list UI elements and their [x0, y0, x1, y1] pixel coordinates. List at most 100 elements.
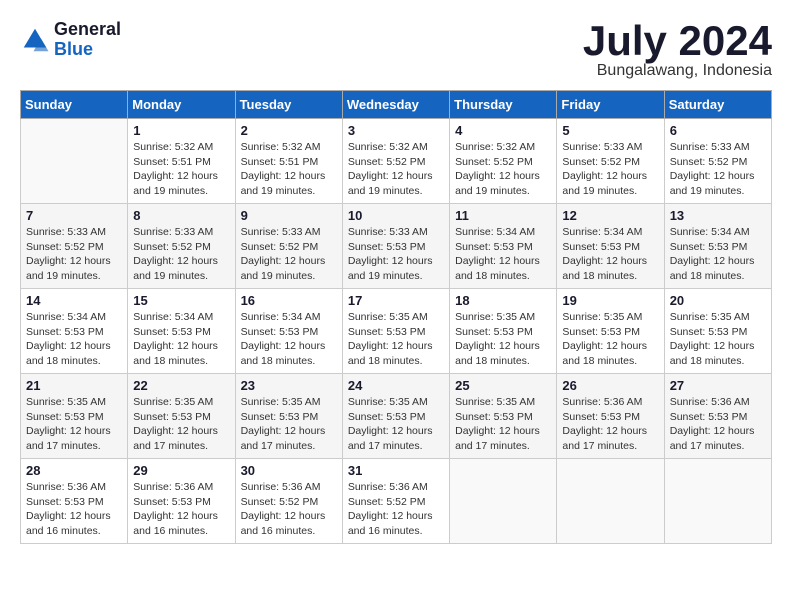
- calendar-cell: 21 Sunrise: 5:35 AM Sunset: 5:53 PM Dayli…: [21, 374, 128, 459]
- calendar-cell: 8Sunrise: 5:33 AM Sunset: 5:52 PM Daylig…: [128, 204, 235, 289]
- day-info: Sunrise: 5:35 AM Sunset: 5:53 PM Dayligh…: [670, 310, 766, 369]
- calendar-cell: 14 Sunrise: 5:34 AM Sunset: 5:53 PM Dayli…: [21, 289, 128, 374]
- calendar-week-row: 28 Sunrise: 5:36 AM Sunset: 5:53 PM Dayli…: [21, 459, 772, 544]
- calendar-cell: 17Sunrise: 5:35 AM Sunset: 5:53 PM Dayli…: [342, 289, 449, 374]
- calendar-cell: 5Sunrise: 5:33 AM Sunset: 5:52 PM Daylig…: [557, 119, 664, 204]
- day-number: 6: [670, 123, 766, 138]
- calendar-cell: 16Sunrise: 5:34 AM Sunset: 5:53 PM Dayli…: [235, 289, 342, 374]
- day-info: Sunrise: 5:35 AM Sunset: 5:53 PM Dayligh…: [348, 395, 444, 454]
- day-info: Sunrise: 5:33 AM Sunset: 5:53 PM Dayligh…: [348, 225, 444, 284]
- title-block: July 2024 Bungalawang, Indonesia: [583, 20, 772, 80]
- day-number: 1: [133, 123, 229, 138]
- location: Bungalawang, Indonesia: [583, 62, 772, 80]
- calendar-cell: 19 Sunrise: 5:35 AM Sunset: 5:53 PM Dayli…: [557, 289, 664, 374]
- day-info: Sunrise: 5:33 AM Sunset: 5:52 PM Dayligh…: [241, 225, 337, 284]
- day-number: 17: [348, 293, 444, 308]
- day-info: Sunrise: 5:36 AM Sunset: 5:53 PM Dayligh…: [133, 480, 229, 539]
- calendar-cell: 30 Sunrise: 5:36 AM Sunset: 5:52 PM Dayli…: [235, 459, 342, 544]
- day-info: Sunrise: 5:34 AM Sunset: 5:53 PM Dayligh…: [133, 310, 229, 369]
- logo: General Blue: [20, 20, 121, 60]
- day-number: 2: [241, 123, 337, 138]
- calendar-cell: 23 Sunrise: 5:35 AM Sunset: 5:53 PM Dayli…: [235, 374, 342, 459]
- calendar-cell: 29 Sunrise: 5:36 AM Sunset: 5:53 PM Dayli…: [128, 459, 235, 544]
- calendar-cell: [557, 459, 664, 544]
- day-number: 15: [133, 293, 229, 308]
- weekday-header-saturday: Saturday: [664, 91, 771, 119]
- day-number: 5: [562, 123, 658, 138]
- day-info: Sunrise: 5:35 AM Sunset: 5:53 PM Dayligh…: [241, 395, 337, 454]
- day-info: Sunrise: 5:35 AM Sunset: 5:53 PM Dayligh…: [26, 395, 122, 454]
- calendar-cell: 1 Sunrise: 5:32 AM Sunset: 5:51 PM Daylig…: [128, 119, 235, 204]
- calendar-cell: 11 Sunrise: 5:34 AM Sunset: 5:53 PM Dayli…: [450, 204, 557, 289]
- day-number: 12: [562, 208, 658, 223]
- calendar-cell: 2 Sunrise: 5:32 AM Sunset: 5:51 PM Daylig…: [235, 119, 342, 204]
- weekday-header-row: SundayMondayTuesdayWednesdayThursdayFrid…: [21, 91, 772, 119]
- calendar-cell: 7Sunrise: 5:33 AM Sunset: 5:52 PM Daylig…: [21, 204, 128, 289]
- calendar-cell: 22Sunrise: 5:35 AM Sunset: 5:53 PM Dayli…: [128, 374, 235, 459]
- day-number: 24: [348, 378, 444, 393]
- day-info: Sunrise: 5:32 AM Sunset: 5:52 PM Dayligh…: [455, 140, 551, 199]
- day-info: Sunrise: 5:36 AM Sunset: 5:52 PM Dayligh…: [241, 480, 337, 539]
- day-info: Sunrise: 5:35 AM Sunset: 5:53 PM Dayligh…: [562, 310, 658, 369]
- day-number: 3: [348, 123, 444, 138]
- day-info: Sunrise: 5:34 AM Sunset: 5:53 PM Dayligh…: [670, 225, 766, 284]
- calendar-cell: 28 Sunrise: 5:36 AM Sunset: 5:53 PM Dayli…: [21, 459, 128, 544]
- day-info: Sunrise: 5:32 AM Sunset: 5:51 PM Dayligh…: [241, 140, 337, 199]
- calendar-cell: 15 Sunrise: 5:34 AM Sunset: 5:53 PM Dayli…: [128, 289, 235, 374]
- calendar-cell: 6 Sunrise: 5:33 AM Sunset: 5:52 PM Daylig…: [664, 119, 771, 204]
- day-info: Sunrise: 5:36 AM Sunset: 5:53 PM Dayligh…: [26, 480, 122, 539]
- weekday-header-sunday: Sunday: [21, 91, 128, 119]
- calendar-week-row: 21 Sunrise: 5:35 AM Sunset: 5:53 PM Dayli…: [21, 374, 772, 459]
- day-number: 30: [241, 463, 337, 478]
- day-number: 27: [670, 378, 766, 393]
- calendar-cell: 20 Sunrise: 5:35 AM Sunset: 5:53 PM Dayli…: [664, 289, 771, 374]
- logo-icon: [20, 25, 50, 55]
- day-info: Sunrise: 5:35 AM Sunset: 5:53 PM Dayligh…: [455, 310, 551, 369]
- calendar-week-row: 14 Sunrise: 5:34 AM Sunset: 5:53 PM Dayli…: [21, 289, 772, 374]
- calendar-cell: 26 Sunrise: 5:36 AM Sunset: 5:53 PM Dayli…: [557, 374, 664, 459]
- calendar-cell: 27 Sunrise: 5:36 AM Sunset: 5:53 PM Dayli…: [664, 374, 771, 459]
- day-number: 4: [455, 123, 551, 138]
- weekday-header-friday: Friday: [557, 91, 664, 119]
- day-number: 21: [26, 378, 122, 393]
- day-info: Sunrise: 5:34 AM Sunset: 5:53 PM Dayligh…: [455, 225, 551, 284]
- day-number: 16: [241, 293, 337, 308]
- calendar-cell: 9 Sunrise: 5:33 AM Sunset: 5:52 PM Daylig…: [235, 204, 342, 289]
- day-number: 11: [455, 208, 551, 223]
- weekday-header-monday: Monday: [128, 91, 235, 119]
- day-number: 29: [133, 463, 229, 478]
- day-info: Sunrise: 5:34 AM Sunset: 5:53 PM Dayligh…: [26, 310, 122, 369]
- calendar-table: SundayMondayTuesdayWednesdayThursdayFrid…: [20, 90, 772, 544]
- day-number: 8: [133, 208, 229, 223]
- day-number: 20: [670, 293, 766, 308]
- day-number: 7: [26, 208, 122, 223]
- calendar-week-row: 1 Sunrise: 5:32 AM Sunset: 5:51 PM Daylig…: [21, 119, 772, 204]
- day-info: Sunrise: 5:36 AM Sunset: 5:52 PM Dayligh…: [348, 480, 444, 539]
- calendar-cell: 18Sunrise: 5:35 AM Sunset: 5:53 PM Dayli…: [450, 289, 557, 374]
- calendar-cell: 31Sunrise: 5:36 AM Sunset: 5:52 PM Dayli…: [342, 459, 449, 544]
- day-number: 9: [241, 208, 337, 223]
- weekday-header-tuesday: Tuesday: [235, 91, 342, 119]
- day-info: Sunrise: 5:36 AM Sunset: 5:53 PM Dayligh…: [562, 395, 658, 454]
- calendar-cell: 24 Sunrise: 5:35 AM Sunset: 5:53 PM Dayli…: [342, 374, 449, 459]
- page-header: General Blue July 2024 Bungalawang, Indo…: [20, 20, 772, 80]
- calendar-cell: 13Sunrise: 5:34 AM Sunset: 5:53 PM Dayli…: [664, 204, 771, 289]
- day-info: Sunrise: 5:35 AM Sunset: 5:53 PM Dayligh…: [133, 395, 229, 454]
- day-info: Sunrise: 5:33 AM Sunset: 5:52 PM Dayligh…: [670, 140, 766, 199]
- day-number: 25: [455, 378, 551, 393]
- day-number: 19: [562, 293, 658, 308]
- day-number: 26: [562, 378, 658, 393]
- calendar-cell: [21, 119, 128, 204]
- day-number: 10: [348, 208, 444, 223]
- day-number: 28: [26, 463, 122, 478]
- calendar-cell: 12 Sunrise: 5:34 AM Sunset: 5:53 PM Dayli…: [557, 204, 664, 289]
- day-info: Sunrise: 5:34 AM Sunset: 5:53 PM Dayligh…: [562, 225, 658, 284]
- weekday-header-thursday: Thursday: [450, 91, 557, 119]
- day-info: Sunrise: 5:32 AM Sunset: 5:51 PM Dayligh…: [133, 140, 229, 199]
- calendar-cell: [664, 459, 771, 544]
- day-number: 23: [241, 378, 337, 393]
- day-info: Sunrise: 5:36 AM Sunset: 5:53 PM Dayligh…: [670, 395, 766, 454]
- weekday-header-wednesday: Wednesday: [342, 91, 449, 119]
- day-info: Sunrise: 5:35 AM Sunset: 5:53 PM Dayligh…: [455, 395, 551, 454]
- day-number: 14: [26, 293, 122, 308]
